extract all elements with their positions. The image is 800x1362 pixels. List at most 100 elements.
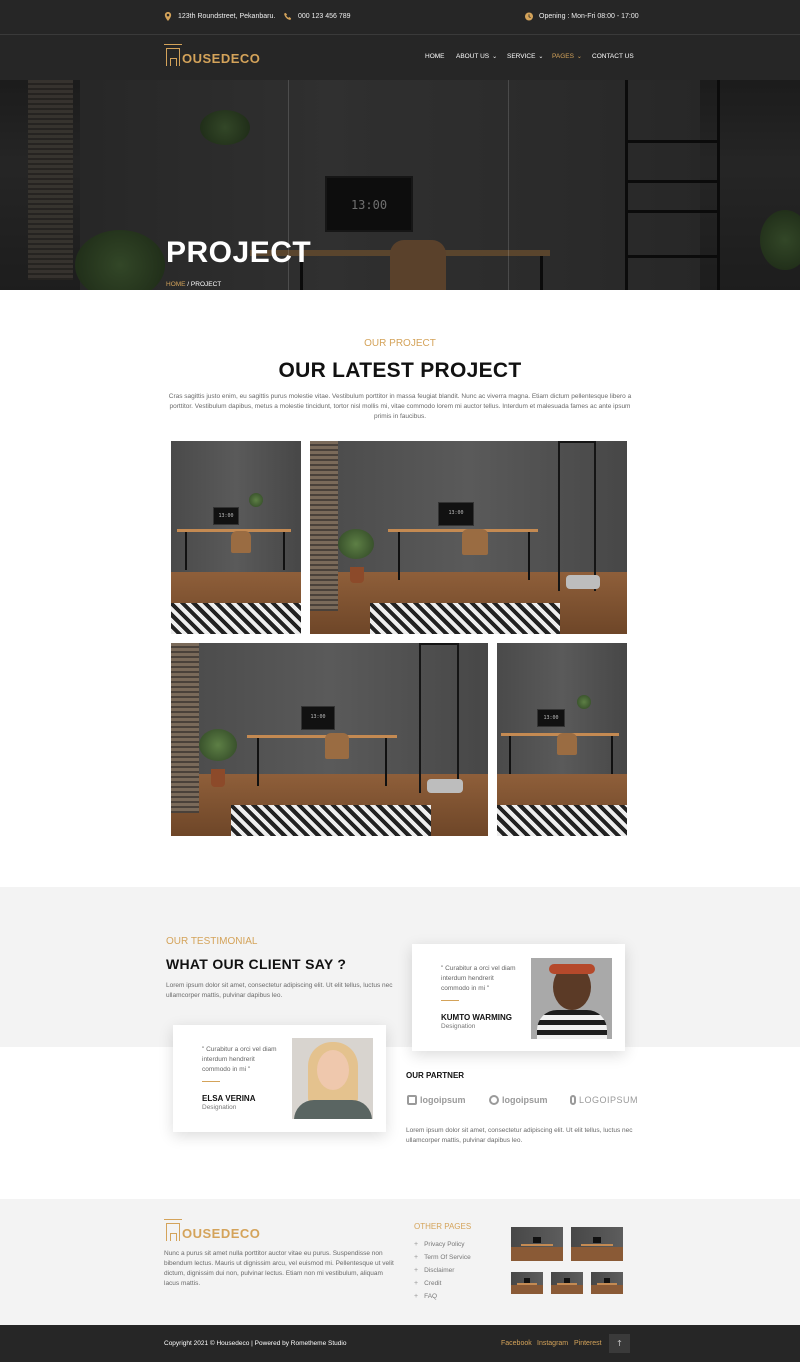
logo-mark-icon (489, 1095, 499, 1105)
footer-link-faq[interactable]: + FAQ (414, 1290, 471, 1303)
nav-label: SERVICE (507, 53, 536, 60)
footer-link-terms[interactable]: + Term Of Service (414, 1251, 471, 1264)
project-photo[interactable]: 13:00 (171, 441, 301, 634)
gallery-thumbnail[interactable] (551, 1272, 583, 1294)
window-blind-graphic (171, 643, 199, 813)
back-to-top-button[interactable]: 🡑 (609, 1334, 630, 1353)
link-label: Term Of Service (424, 1254, 471, 1261)
phone-info: 000 123 456 789 (284, 12, 351, 21)
phone-text: 000 123 456 789 (298, 13, 351, 20)
footer-logo[interactable]: OUSEDECO (164, 1219, 261, 1241)
page-title: PROJECT (166, 236, 312, 269)
grid-line (508, 80, 509, 290)
link-label: Disclaimer (424, 1267, 455, 1274)
project-photo[interactable]: 13:00 (171, 643, 488, 836)
nav-item-contact-us[interactable]: CONTACT US (592, 53, 634, 60)
partner-description: Lorem ipsum dolor sit amet, consectetur … (406, 1127, 633, 1144)
project-eyebrow: OUR PROJECT (364, 338, 436, 349)
logo-text: OUSEDECO (182, 51, 261, 66)
clock-icon (525, 12, 533, 21)
testimonial-card: " Curabitur a orci vel diam interdum hen… (412, 944, 625, 1051)
location-pin-icon (164, 12, 172, 21)
opening-info: Opening : Mon-Fri 08:00 - 17:00 (525, 12, 639, 21)
project-photo[interactable]: 13:00 (310, 441, 627, 634)
gallery-thumbnail[interactable] (511, 1272, 543, 1294)
social-link-pinterest[interactable]: Pinterest (574, 1340, 602, 1347)
logo-mark-icon (570, 1095, 576, 1105)
gallery-thumbnail[interactable] (571, 1227, 623, 1261)
other-pages-list: + Privacy Policy + Term Of Service + Discla… (414, 1238, 471, 1303)
testimonial-card: " Curabitur a orci vel diam interdum hen… (173, 1025, 386, 1132)
bottom-bar: Copyright 2021 © Housedeco | Powered by … (0, 1325, 800, 1362)
photo-clock: 13:00 (448, 509, 464, 516)
footer-link-disclaimer[interactable]: + Disclaimer (414, 1264, 471, 1277)
logo-text: OUSEDECO (182, 1226, 261, 1241)
chevron-down-icon: ⌄ (538, 54, 544, 60)
partner-title: OUR PARTNER (406, 1071, 465, 1080)
phone-icon (284, 12, 292, 20)
opening-text: Opening : Mon-Fri 08:00 - 17:00 (539, 13, 639, 20)
project-photo[interactable]: 13:00 (497, 643, 627, 836)
photo-clock: 13:00 (310, 713, 326, 720)
bullet-icon: + (414, 1267, 419, 1274)
arrow-up-icon: 🡑 (617, 1339, 622, 1348)
house-logo-icon (164, 1219, 182, 1241)
client-designation: Designation (202, 1104, 237, 1111)
testimonial-eyebrow: OUR TESTIMONIAL (166, 936, 258, 947)
gallery-thumbnail[interactable] (511, 1227, 563, 1261)
testimonial-quote: " Curabitur a orci vel diam interdum hen… (202, 1046, 277, 1073)
quote-divider (202, 1081, 220, 1082)
site-logo[interactable]: OUSEDECO (164, 44, 261, 66)
social-link-facebook[interactable]: Facebook (501, 1340, 532, 1347)
nav-item-home[interactable]: HOME (425, 53, 445, 60)
nav-item-about-us[interactable]: ABOUT US ⌄ (456, 53, 497, 60)
link-label: Credit (424, 1280, 442, 1287)
copyright-text: Copyright 2021 © Housedeco | Powered by … (164, 1340, 347, 1347)
house-logo-icon (164, 44, 182, 66)
footer-about: Nunc a purus sit amet nulla porttitor au… (164, 1250, 394, 1287)
footer-link-privacy-policy[interactable]: + Privacy Policy (414, 1238, 471, 1251)
partner-logo[interactable]: LOGOIPSUM (570, 1095, 638, 1105)
partner-logo[interactable]: logoipsum (489, 1095, 548, 1105)
photo-clock: 13:00 (218, 512, 234, 519)
hero-overlay (0, 80, 800, 290)
testimonial-title: WHAT OUR CLIENT SAY ? (166, 956, 347, 972)
nav-item-service[interactable]: SERVICE ⌄ (507, 53, 543, 60)
social-link-instagram[interactable]: Instagram (537, 1340, 568, 1347)
project-description: Cras sagittis justo enim, eu sagittis pu… (168, 393, 632, 420)
client-avatar (531, 958, 612, 1039)
nav-label: PAGES (552, 53, 574, 60)
project-title: OUR LATEST PROJECT (278, 359, 522, 382)
chevron-down-icon: ⌄ (576, 54, 582, 60)
page-hero: 13:00 PROJECT HOME / PROJECT (0, 80, 800, 290)
breadcrumb: HOME / PROJECT (166, 281, 221, 288)
chevron-down-icon: ⌄ (492, 54, 498, 60)
quote-divider (441, 1000, 459, 1001)
partner-logo-text: logoipsum (420, 1095, 466, 1105)
nav-label: HOME (425, 53, 445, 60)
nav-item-pages[interactable]: PAGES ⌄ (552, 53, 582, 60)
link-label: Privacy Policy (424, 1241, 465, 1248)
client-designation: Designation (441, 1023, 476, 1030)
top-info-bar: 123th Roundstreet, Pekanbaru. 000 123 45… (0, 0, 800, 34)
footer-link-credit[interactable]: + Credit (414, 1277, 471, 1290)
client-avatar (292, 1038, 373, 1119)
partner-logo[interactable]: logoipsum (407, 1095, 466, 1105)
link-label: FAQ (424, 1293, 438, 1300)
gallery-thumbnail[interactable] (591, 1272, 623, 1294)
testimonial-description: Lorem ipsum dolor sit amet, consectetur … (166, 982, 393, 999)
photo-clock: 13:00 (543, 714, 559, 721)
breadcrumb-current: PROJECT (190, 281, 222, 288)
nav-label: ABOUT US (456, 53, 490, 60)
other-pages-title: OTHER PAGES (414, 1222, 472, 1231)
breadcrumb-home[interactable]: HOME (166, 281, 186, 288)
partner-logo-text: LOGOIPSUM (579, 1095, 639, 1105)
partner-logo-text: logoipsum (502, 1095, 548, 1105)
logo-mark-icon (407, 1095, 417, 1105)
site-footer: OUSEDECO Nunc a purus sit amet nulla por… (0, 1199, 800, 1325)
testimonial-quote: " Curabitur a orci vel diam interdum hen… (441, 965, 516, 992)
bullet-icon: + (414, 1280, 419, 1287)
address-info: 123th Roundstreet, Pekanbaru. (164, 12, 275, 21)
nav-label: CONTACT US (592, 53, 634, 60)
client-name: ELSA VERINA (202, 1094, 256, 1103)
